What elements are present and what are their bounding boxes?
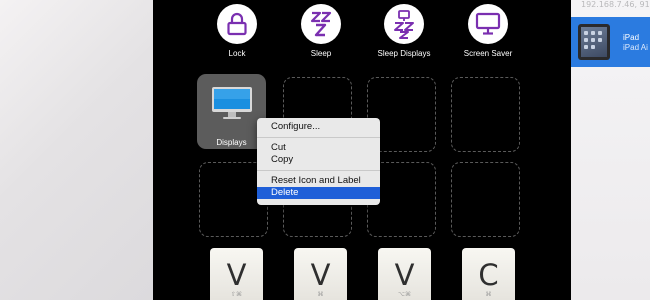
sleep-label: Sleep: [310, 49, 332, 58]
screen-saver-action-button[interactable]: Screen Saver: [455, 0, 521, 58]
sleep-action-button[interactable]: Sleep: [288, 0, 354, 58]
key-modifier: ⌘: [485, 291, 492, 298]
lock-label: Lock: [228, 49, 246, 58]
screen-saver-icon: [475, 12, 501, 35]
lock-action-button[interactable]: Lock: [204, 0, 270, 58]
device-item-ipad[interactable]: iPad iPad Ai: [571, 17, 650, 67]
key-glyph: C: [478, 258, 499, 292]
key-glyph: V: [226, 258, 247, 292]
menu-item-reset-icon-and-label[interactable]: Reset Icon and Label: [257, 175, 380, 187]
key-modifier: ⌥⌘: [398, 291, 411, 298]
menu-item-configure[interactable]: Configure...: [257, 121, 380, 133]
displays-label: Displays: [216, 138, 247, 147]
menu-item-delete[interactable]: Delete: [257, 187, 380, 199]
menu-separator: [257, 170, 380, 171]
ipad-thumbnail-icon: [578, 24, 610, 60]
key-paste[interactable]: V ⌘: [294, 248, 347, 300]
key-glyph: V: [310, 258, 331, 292]
empty-slot[interactable]: [451, 162, 520, 237]
ip-address-text: 192.168.7.46, 91: [581, 0, 650, 9]
displays-slot[interactable]: Displays: [197, 74, 266, 149]
sleep-displays-action-button[interactable]: Sleep Displays: [371, 0, 437, 58]
left-background-pane: [0, 0, 153, 300]
empty-slot[interactable]: [451, 77, 520, 152]
screen-saver-label: Screen Saver: [463, 49, 513, 58]
key-paste-style[interactable]: V ⇧⌘: [210, 248, 263, 300]
devices-sidebar: 192.168.7.46, 91 iPad iPad Ai: [571, 0, 650, 300]
key-modifier: ⌘: [317, 291, 324, 298]
menu-separator: [257, 137, 380, 138]
sleep-zzz-icon: [310, 11, 332, 37]
key-copy[interactable]: C ⌘: [462, 248, 515, 300]
menu-item-copy[interactable]: Copy: [257, 154, 380, 166]
monitor-icon: [212, 87, 252, 119]
device-name: iPad: [623, 33, 640, 42]
sleep-displays-label: Sleep Displays: [377, 49, 431, 58]
key-modifier: ⇧⌘: [230, 291, 243, 298]
menu-item-cut[interactable]: Cut: [257, 142, 380, 154]
sleep-displays-icon: [394, 10, 414, 39]
key-glyph: V: [394, 258, 415, 292]
context-menu: Configure... Cut Copy Reset Icon and Lab…: [257, 118, 380, 205]
lock-icon: [227, 12, 247, 36]
device-model: iPad Ai: [623, 43, 648, 52]
key-paste-match[interactable]: V ⌥⌘: [378, 248, 431, 300]
